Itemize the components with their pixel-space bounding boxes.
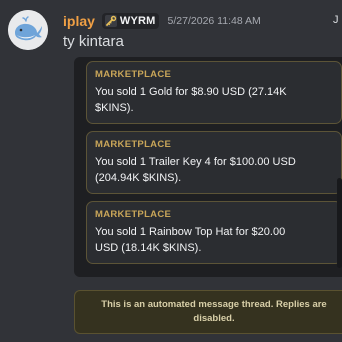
username[interactable]: iplay: [63, 13, 95, 29]
badge-label: WYRM: [119, 15, 156, 27]
whale-icon: [8, 10, 48, 50]
avatar[interactable]: [8, 10, 48, 50]
message-view: iplay WYRM 5/27/2026 11:48 AM J ty kinta…: [0, 0, 342, 342]
marketplace-card: MARKETPLACE You sold 1 Gold for $8.90 US…: [86, 61, 342, 124]
card-text-line: USD (18.14K $KINS).: [95, 242, 202, 254]
card-title: MARKETPLACE: [95, 139, 172, 150]
notice-text: This is an automated message thread. Rep…: [101, 299, 327, 324]
disabled-replies-notice: This is an automated message thread. Rep…: [74, 290, 342, 334]
message-header: iplay WYRM 5/27/2026 11:48 AM: [63, 11, 261, 31]
card-text-line: You sold 1 Gold for $8.90 USD (27.14K: [95, 86, 287, 98]
card-text: You sold 1 Trailer Key 4 for $100.00 USD…: [95, 154, 333, 186]
key-icon: [104, 15, 117, 27]
card-title: MARKETPLACE: [95, 69, 172, 80]
card-text-line: (204.94K $KINS).: [95, 172, 182, 184]
marketplace-card: MARKETPLACE You sold 1 Trailer Key 4 for…: [86, 131, 342, 194]
message-timestamp: 5/27/2026 11:48 AM: [167, 15, 261, 27]
user-tag-badge[interactable]: WYRM: [101, 13, 159, 29]
clipped-text: J: [333, 14, 339, 26]
card-text: You sold 1 Rainbow Top Hat for $20.00 US…: [95, 224, 333, 256]
card-text-line: You sold 1 Trailer Key 4 for $100.00 USD: [95, 156, 296, 168]
card-text-line: $KINS).: [95, 102, 134, 114]
message-content: ty kintara: [63, 33, 124, 50]
card-text: You sold 1 Gold for $8.90 USD (27.14K $K…: [95, 84, 333, 116]
marketplace-card: MARKETPLACE You sold 1 Rainbow Top Hat f…: [86, 201, 342, 264]
thread-scrollbar[interactable]: [337, 178, 342, 268]
card-title: MARKETPLACE: [95, 209, 172, 220]
card-text-line: You sold 1 Rainbow Top Hat for $20.00: [95, 226, 286, 238]
